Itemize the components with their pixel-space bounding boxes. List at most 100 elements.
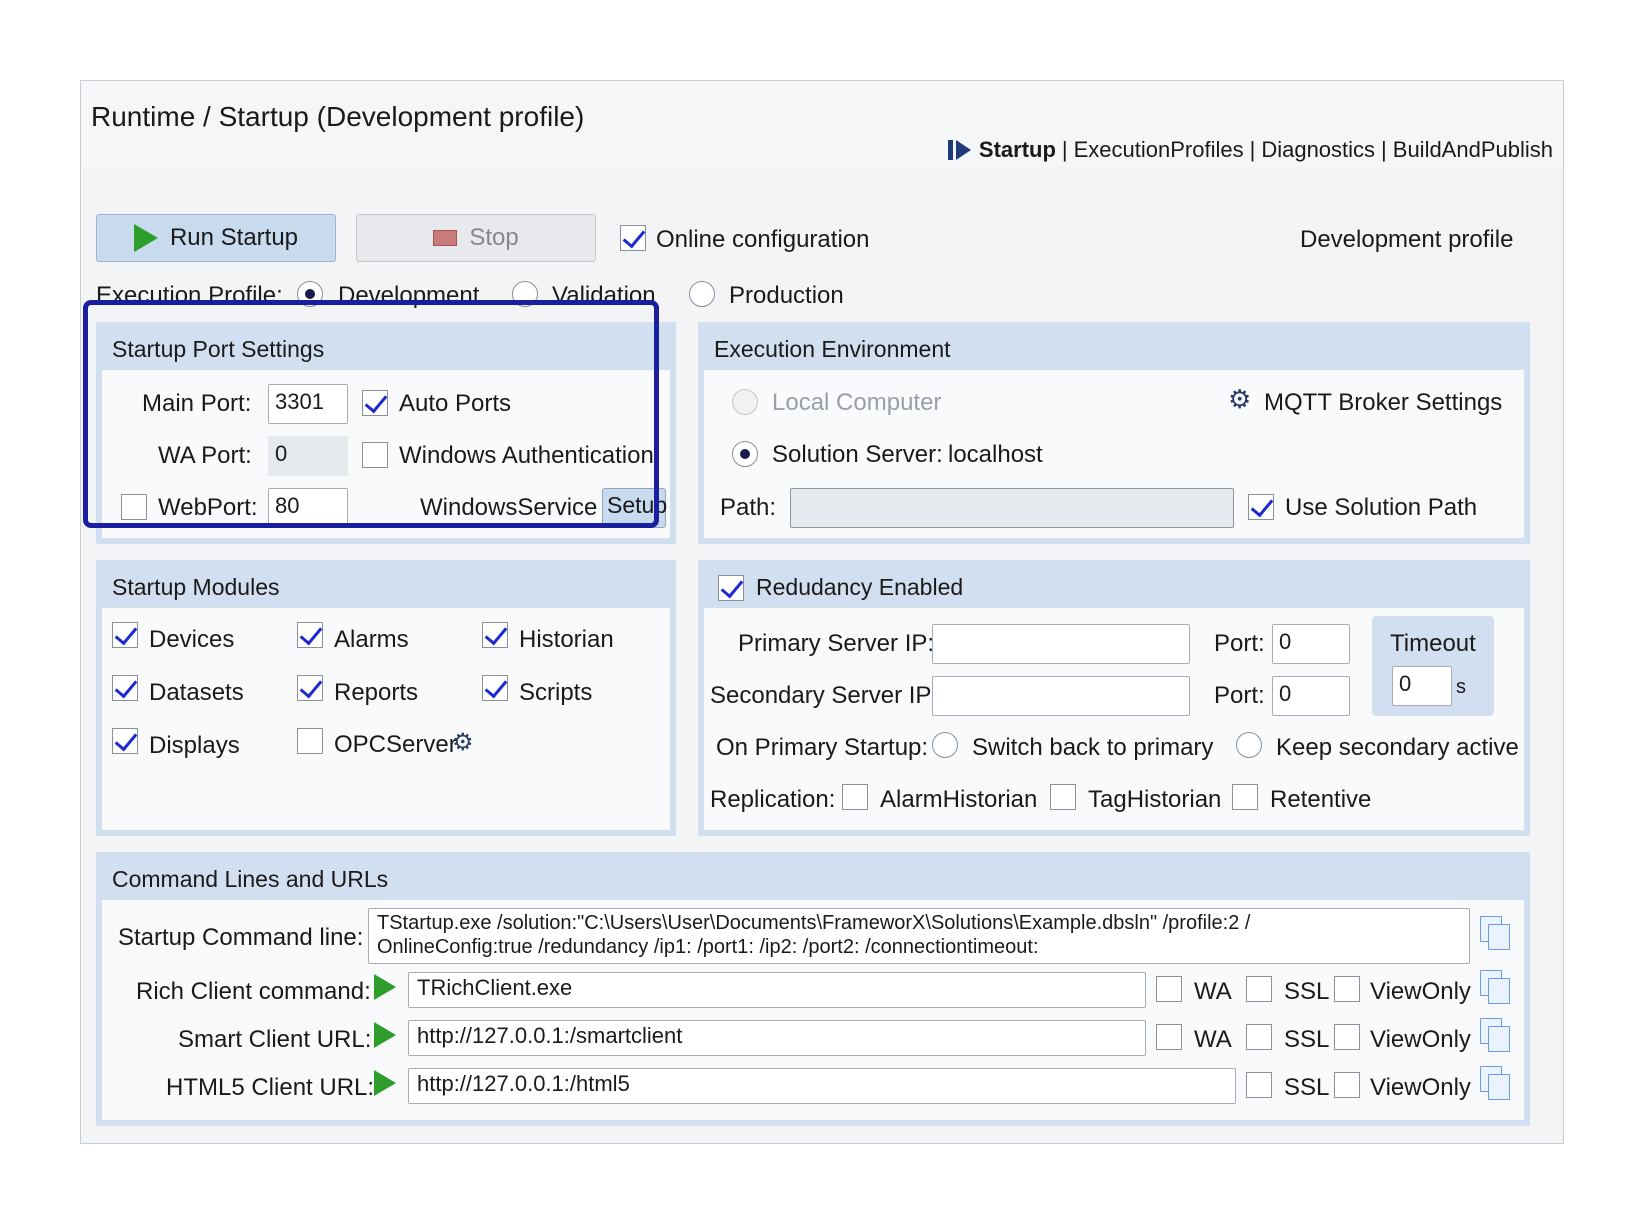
use-solution-path-checkbox[interactable] [1248,494,1274,520]
run-smart-client-icon[interactable] [374,1022,396,1048]
module-opcserver-label: OPCServer [334,731,457,758]
primary-server-ip-input[interactable] [932,624,1190,664]
module-displays-checkbox[interactable] [112,728,138,754]
app-root: Runtime / Startup (Development profile) … [0,0,1636,1219]
copy-smart-client-icon[interactable] [1480,1018,1512,1054]
startup-command-line-label: Startup Command line: [118,924,364,951]
rich-client-wa-checkbox[interactable] [1156,976,1182,1002]
copy-startup-command-icon[interactable] [1480,916,1512,952]
html5-client-url-label: HTML5 Client URL: [166,1074,375,1101]
stop-icon [433,230,458,246]
rich-client-ssl-label: SSL [1284,978,1330,1005]
secondary-port-label: Port: [1214,682,1265,709]
command-lines-title: Command Lines and URLs [102,858,1524,900]
html5-client-viewonly-checkbox[interactable] [1334,1072,1360,1098]
html5-client-url-input[interactable]: http://127.0.0.1:/html5 [408,1068,1236,1104]
module-historian-checkbox[interactable] [482,622,508,648]
module-scripts-checkbox[interactable] [482,675,508,701]
solution-server-value: localhost [948,441,1043,468]
module-historian-label: Historian [519,626,614,653]
smart-client-wa-checkbox[interactable] [1156,1024,1182,1050]
breadcrumb: Startup | ExecutionProfiles | Diagnostic… [947,137,1553,163]
breadcrumb-separator: | [1381,137,1387,162]
copy-html5-client-icon[interactable] [1480,1066,1512,1102]
stop-label: Stop [469,224,519,251]
switch-back-to-primary-label: Switch back to primary [972,734,1214,761]
play-icon [133,224,158,252]
run-startup-button[interactable]: Run Startup [96,214,336,262]
rich-client-command-input[interactable]: TRichClient.exe [408,972,1146,1008]
startup-command-line-text-1: TStartup.exe /solution:"C:\Users\User\Do… [377,912,1251,934]
gear-icon[interactable]: ⚙ [1228,386,1251,412]
timeout-label: Timeout [1390,630,1476,657]
redundancy-enabled-checkbox[interactable] [718,575,744,601]
timeout-group: Timeout 0 s [1372,616,1494,716]
smart-client-url-input[interactable]: http://127.0.0.1:/smartclient [408,1020,1146,1056]
path-label: Path: [720,494,777,521]
replication-taghistorian-checkbox[interactable] [1050,784,1076,810]
tab-build-and-publish[interactable]: BuildAndPublish [1393,137,1553,163]
solution-server-label: Solution Server: [772,441,943,468]
run-html5-client-icon[interactable] [374,1070,396,1096]
module-reports-label: Reports [334,679,419,706]
path-input[interactable] [790,488,1234,528]
primary-port-label: Port: [1214,630,1265,657]
startup-command-line-input[interactable]: TStartup.exe /solution:"C:\Users\User\Do… [368,908,1470,964]
use-solution-path-label: Use Solution Path [1285,494,1478,521]
copy-rich-client-icon[interactable] [1480,970,1512,1006]
module-alarms-checkbox[interactable] [297,622,323,648]
secondary-server-ip-input[interactable] [932,676,1190,716]
mqtt-broker-settings-link[interactable]: MQTT Broker Settings [1264,389,1502,417]
rich-client-ssl-checkbox[interactable] [1246,976,1272,1002]
primary-server-ip-label: Primary Server IP: [738,630,935,657]
module-reports-checkbox[interactable] [297,675,323,701]
rich-client-viewonly-checkbox[interactable] [1334,976,1360,1002]
module-devices-checkbox[interactable] [112,622,138,648]
redundancy-title: Redudancy Enabled [704,566,1524,608]
secondary-server-ip-label: Secondary Server IP: [710,682,939,709]
timeout-unit: s [1456,676,1466,698]
rich-client-command-label: Rich Client command: [136,978,371,1005]
module-displays-label: Displays [149,732,240,759]
replication-alarmhistorian-label: AlarmHistorian [880,786,1038,813]
breadcrumb-separator: | [1249,137,1256,162]
html5-client-ssl-label: SSL [1284,1074,1330,1101]
smart-client-viewonly-label: ViewOnly [1370,1026,1471,1053]
smart-client-url-label: Smart Client URL: [178,1026,372,1053]
replication-retentive-checkbox[interactable] [1232,784,1258,810]
secondary-port-input[interactable]: 0 [1272,676,1350,716]
stop-button[interactable]: Stop [356,214,596,262]
keep-secondary-active-label: Keep secondary active [1276,734,1519,761]
tab-diagnostics[interactable]: Diagnostics [1261,137,1375,163]
replication-label: Replication: [710,786,836,813]
title-bar: Runtime / Startup (Development profile) … [81,81,1563,167]
breadcrumb-separator: | [1061,137,1068,162]
run-startup-label: Run Startup [169,224,299,251]
timeout-input[interactable]: 0 [1392,666,1452,706]
smart-client-ssl-checkbox[interactable] [1246,1024,1272,1050]
online-configuration-checkbox[interactable] [620,225,646,251]
switch-back-to-primary-radio[interactable] [932,732,958,758]
module-datasets-checkbox[interactable] [112,675,138,701]
smart-client-viewonly-checkbox[interactable] [1334,1024,1360,1050]
local-computer-label: Local Computer [772,389,942,416]
startup-command-line-text-2: OnlineConfig:true /redundancy /ip1: /por… [377,936,1039,958]
run-rich-client-icon[interactable] [374,974,396,1000]
tab-startup[interactable]: Startup [979,137,1056,163]
module-opcserver-checkbox[interactable] [297,728,323,754]
replication-alarmhistorian-checkbox[interactable] [842,784,868,810]
module-devices-label: Devices [149,626,235,653]
html5-client-ssl-checkbox[interactable] [1246,1072,1272,1098]
profile-status-text: Development profile [1300,226,1514,253]
rich-client-wa-label: WA [1194,978,1232,1005]
profile-production-radio[interactable] [689,281,715,307]
primary-port-input[interactable]: 0 [1272,624,1350,664]
local-computer-radio[interactable] [732,389,758,415]
tab-execution-profiles[interactable]: ExecutionProfiles [1074,137,1244,163]
opcserver-gear-icon[interactable]: ⚙ [452,731,474,755]
replication-taghistorian-label: TagHistorian [1088,786,1222,813]
keep-secondary-active-radio[interactable] [1236,732,1262,758]
solution-server-radio[interactable] [732,441,758,467]
replication-retentive-label: Retentive [1270,786,1372,813]
rich-client-viewonly-label: ViewOnly [1370,978,1471,1005]
